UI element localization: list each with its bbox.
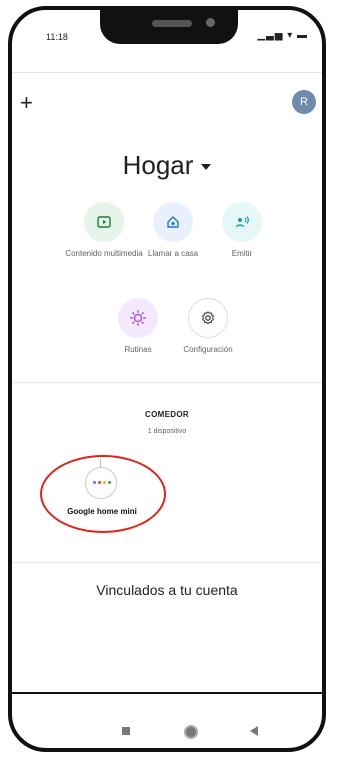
settings-icon [188, 298, 228, 338]
front-camera [206, 18, 215, 27]
nav-divider [12, 692, 322, 694]
routines-action[interactable]: Rutinas [98, 298, 178, 355]
recent-apps-icon[interactable] [122, 727, 130, 735]
speaker-grille [152, 20, 192, 27]
google-home-mini-icon [85, 467, 117, 499]
action-label: Configuración [183, 345, 233, 354]
linked-section-title[interactable]: Vinculados a tu cuenta [12, 582, 322, 598]
device-card[interactable]: Google home mini [40, 455, 166, 533]
add-button[interactable]: + [20, 92, 33, 114]
indicator-dot [93, 481, 96, 484]
home-nav-icon[interactable] [184, 725, 198, 739]
notch [100, 6, 238, 44]
caret-down-icon [201, 164, 212, 171]
avatar[interactable]: R [292, 90, 316, 114]
navigation-bar [12, 720, 322, 744]
indicator-dots [93, 481, 111, 484]
section-divider [12, 562, 322, 563]
action-label: Contenido multimedia [65, 249, 143, 258]
room-device-count: 1 dispositivo [147, 428, 187, 435]
home-selector[interactable]: Hogar [12, 150, 322, 181]
action-label: Emitir [231, 249, 253, 258]
room-name: COMEDOR [145, 410, 189, 419]
call-home-action[interactable]: Llamar a casa [133, 202, 213, 259]
broadcast-action[interactable]: Emitir [202, 202, 282, 259]
section-divider [12, 382, 322, 383]
settings-action[interactable]: Configuración [168, 298, 248, 355]
action-label: Llamar a casa [147, 249, 199, 258]
routines-icon [118, 298, 158, 338]
indicator-dot [103, 481, 106, 484]
action-label: Rutinas [124, 345, 152, 354]
phone-frame: 11:18 ▁▃▅ ▾ ▬ + R Hogar Contenido multim… [8, 6, 326, 752]
broadcast-icon [222, 202, 262, 242]
back-icon[interactable] [250, 726, 258, 736]
status-time: 11:18 [46, 32, 68, 42]
call-home-icon [153, 202, 193, 242]
indicator-dot [98, 481, 101, 484]
media-action[interactable]: Contenido multimedia [64, 202, 144, 259]
status-divider [12, 72, 322, 73]
media-icon [84, 202, 124, 242]
device-name: Google home mini [67, 507, 137, 516]
indicator-dot [108, 481, 111, 484]
status-icons: ▁▃▅ ▾ ▬ [257, 30, 308, 41]
page-title: Hogar [122, 150, 194, 180]
